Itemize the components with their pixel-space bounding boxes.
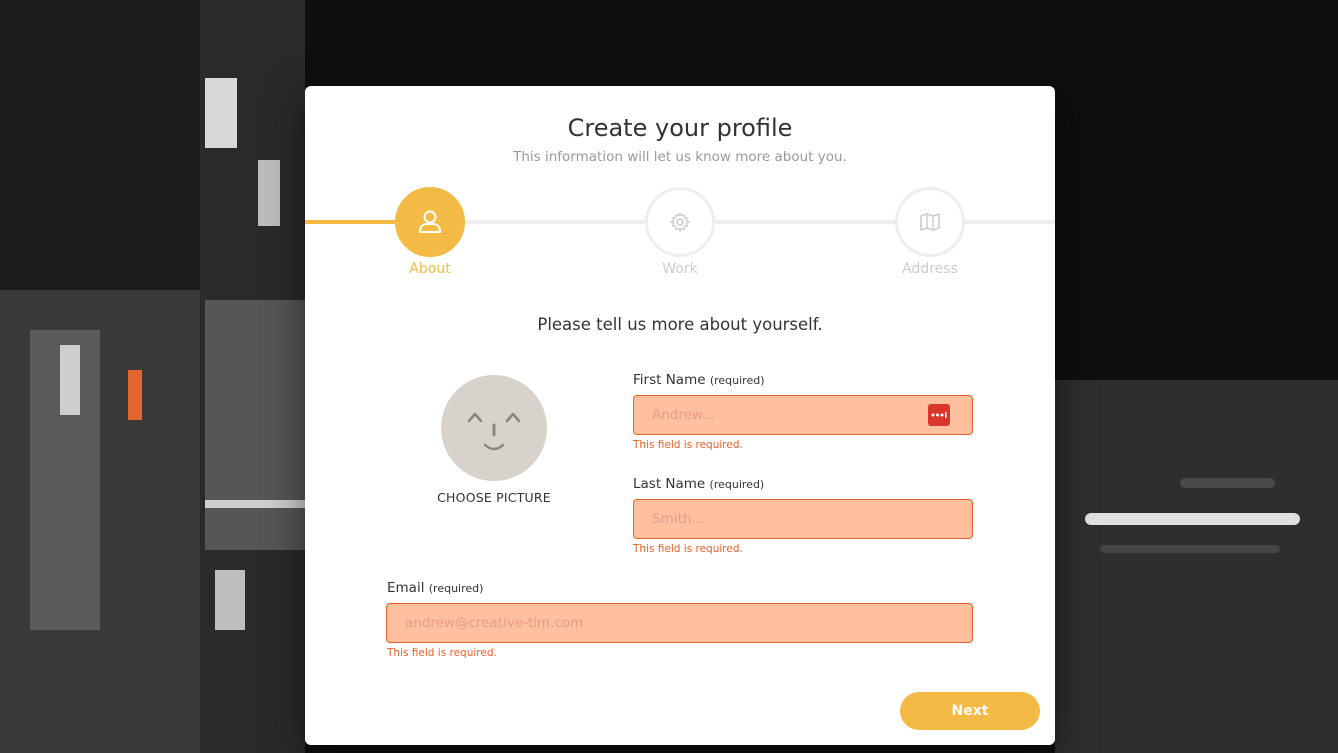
first-name-input[interactable] bbox=[633, 395, 973, 435]
email-error: This field is required. bbox=[387, 647, 497, 659]
email-required-hint: (required) bbox=[428, 582, 484, 595]
wizard-title: Create your profile bbox=[567, 114, 793, 142]
last-name-label: Last Name (required) bbox=[633, 476, 764, 492]
step-label-work[interactable]: Work bbox=[620, 261, 740, 277]
step-work[interactable] bbox=[645, 187, 715, 257]
avatar-picker[interactable] bbox=[441, 375, 547, 481]
step-label-about[interactable]: About bbox=[370, 261, 490, 277]
first-name-error: This field is required. bbox=[633, 439, 743, 451]
dots-icon bbox=[931, 412, 947, 418]
last-name-required-hint: (required) bbox=[709, 478, 765, 491]
form-lead-text: Please tell us more about yourself. bbox=[537, 315, 823, 334]
wizard-progress-fill bbox=[305, 220, 395, 224]
last-name-error: This field is required. bbox=[633, 543, 743, 555]
email-label-text: Email bbox=[387, 580, 425, 596]
first-name-required-hint: (required) bbox=[709, 374, 765, 387]
step-label-address[interactable]: Address bbox=[870, 261, 990, 277]
gear-icon bbox=[670, 212, 690, 232]
step-about[interactable] bbox=[395, 187, 465, 257]
password-manager-icon[interactable] bbox=[928, 404, 950, 426]
map-icon bbox=[920, 213, 940, 231]
email-input[interactable] bbox=[386, 603, 973, 643]
email-label: Email (required) bbox=[387, 580, 483, 596]
wizard-subtitle: This information will let us know more a… bbox=[513, 149, 847, 165]
last-name-input[interactable] bbox=[633, 499, 973, 539]
next-button[interactable]: Next bbox=[900, 692, 1040, 730]
first-name-label: First Name (required) bbox=[633, 372, 765, 388]
last-name-label-text: Last Name bbox=[633, 476, 706, 492]
first-name-label-text: First Name bbox=[633, 372, 706, 388]
profile-wizard-card: Create your profile This information wil… bbox=[305, 86, 1055, 745]
avatar-placeholder-icon bbox=[467, 412, 521, 451]
user-icon bbox=[419, 210, 441, 233]
choose-picture-label[interactable]: CHOOSE PICTURE bbox=[415, 490, 573, 505]
step-address[interactable] bbox=[895, 187, 965, 257]
